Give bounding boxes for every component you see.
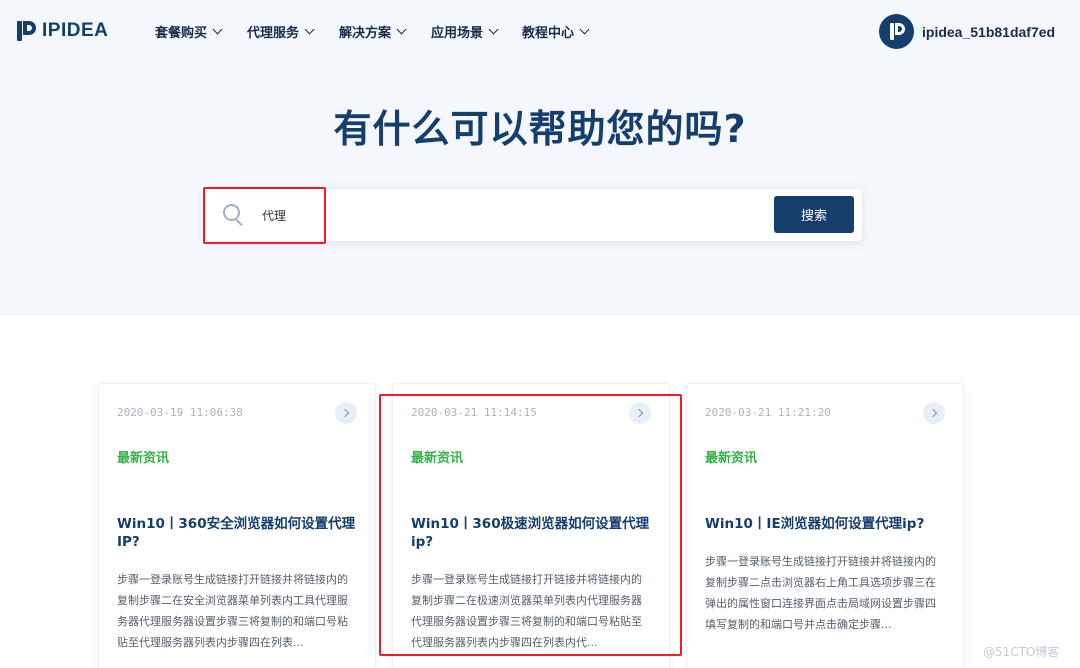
chevron-right-icon[interactable] — [629, 402, 651, 424]
card-date: 2020-03-21 11:14:15 — [411, 406, 537, 419]
page-title: 有什么可以帮助您的吗? — [333, 107, 747, 151]
card-date: 2020-03-21 11:21:20 — [705, 406, 831, 419]
chevron-right-icon[interactable] — [923, 402, 945, 424]
nav-item-label: 套餐购买 — [155, 26, 208, 41]
nav-item-label: 解决方案 — [339, 26, 392, 41]
search-icon — [223, 204, 243, 227]
chevron-down-icon — [488, 24, 499, 35]
nav-item-label: 代理服务 — [247, 26, 300, 41]
card-category: 最新资讯 — [705, 451, 758, 466]
watermark: @51CTO博客 — [983, 645, 1060, 659]
top-navbar: IPIDEA 套餐购买 代理服务 解决方案 应用场景 教程中心 ipidea_5… — [0, 0, 1080, 64]
avatar — [879, 14, 914, 49]
article-card[interactable]: 2020-03-21 11:21:20 最新资讯 Win10丨IE浏览器如何设置… — [686, 383, 964, 668]
nav-item-tutorials[interactable]: 教程中心 — [522, 22, 590, 41]
card-summary: 步骤一登录账号生成链接打开链接并将链接内的复制步骤二点击浏览器右上角工具选项步骤… — [705, 555, 936, 631]
card-summary: 步骤一登录账号生成链接打开链接并将链接内的复制步骤二在安全浏览器菜单列表内工具代… — [117, 573, 348, 649]
user-menu[interactable]: ipidea_51b81daf7ed — [879, 14, 1055, 49]
nav-item-solutions[interactable]: 解决方案 — [339, 22, 407, 41]
username: ipidea_51b81daf7ed — [922, 23, 1056, 40]
brand-name: IPIDEA — [42, 20, 109, 41]
card-category: 最新资讯 — [411, 451, 464, 466]
card-title[interactable]: Win10丨360安全浏览器如何设置代理IP? — [117, 515, 363, 551]
brand-logo[interactable]: IPIDEA — [17, 20, 108, 42]
card-summary: 步骤一登录账号生成链接打开链接并将链接内的复制步骤二在极速浏览器菜单列表内代理服… — [411, 573, 642, 649]
search-input[interactable] — [262, 203, 742, 227]
card-title[interactable]: Win10丨360极速浏览器如何设置代理ip? — [411, 515, 657, 551]
nav-item-proxy-services[interactable]: 代理服务 — [247, 22, 315, 41]
chevron-down-icon — [579, 24, 590, 35]
article-card[interactable]: 2020-03-19 11:06:38 最新资讯 Win10丨360安全浏览器如… — [98, 383, 376, 668]
card-category: 最新资讯 — [117, 451, 170, 466]
card-title[interactable]: Win10丨IE浏览器如何设置代理ip? — [705, 515, 951, 533]
nav-item-use-cases[interactable]: 应用场景 — [431, 22, 499, 41]
article-card[interactable]: 2020-03-21 11:14:15 最新资讯 Win10丨360极速浏览器如… — [392, 383, 670, 668]
card-date: 2020-03-19 11:06:38 — [117, 406, 243, 419]
nav-item-label: 教程中心 — [522, 26, 575, 41]
search-button[interactable]: 搜索 — [774, 196, 854, 233]
chevron-right-icon[interactable] — [335, 402, 357, 424]
nav-item-label: 应用场景 — [431, 26, 484, 41]
chevron-down-icon — [304, 24, 315, 35]
chevron-down-icon — [212, 24, 223, 35]
chevron-down-icon — [396, 24, 407, 35]
nav-item-packages[interactable]: 套餐购买 — [155, 22, 223, 41]
logo-mark-icon — [17, 21, 36, 41]
search-bar: 搜索 — [206, 189, 862, 241]
